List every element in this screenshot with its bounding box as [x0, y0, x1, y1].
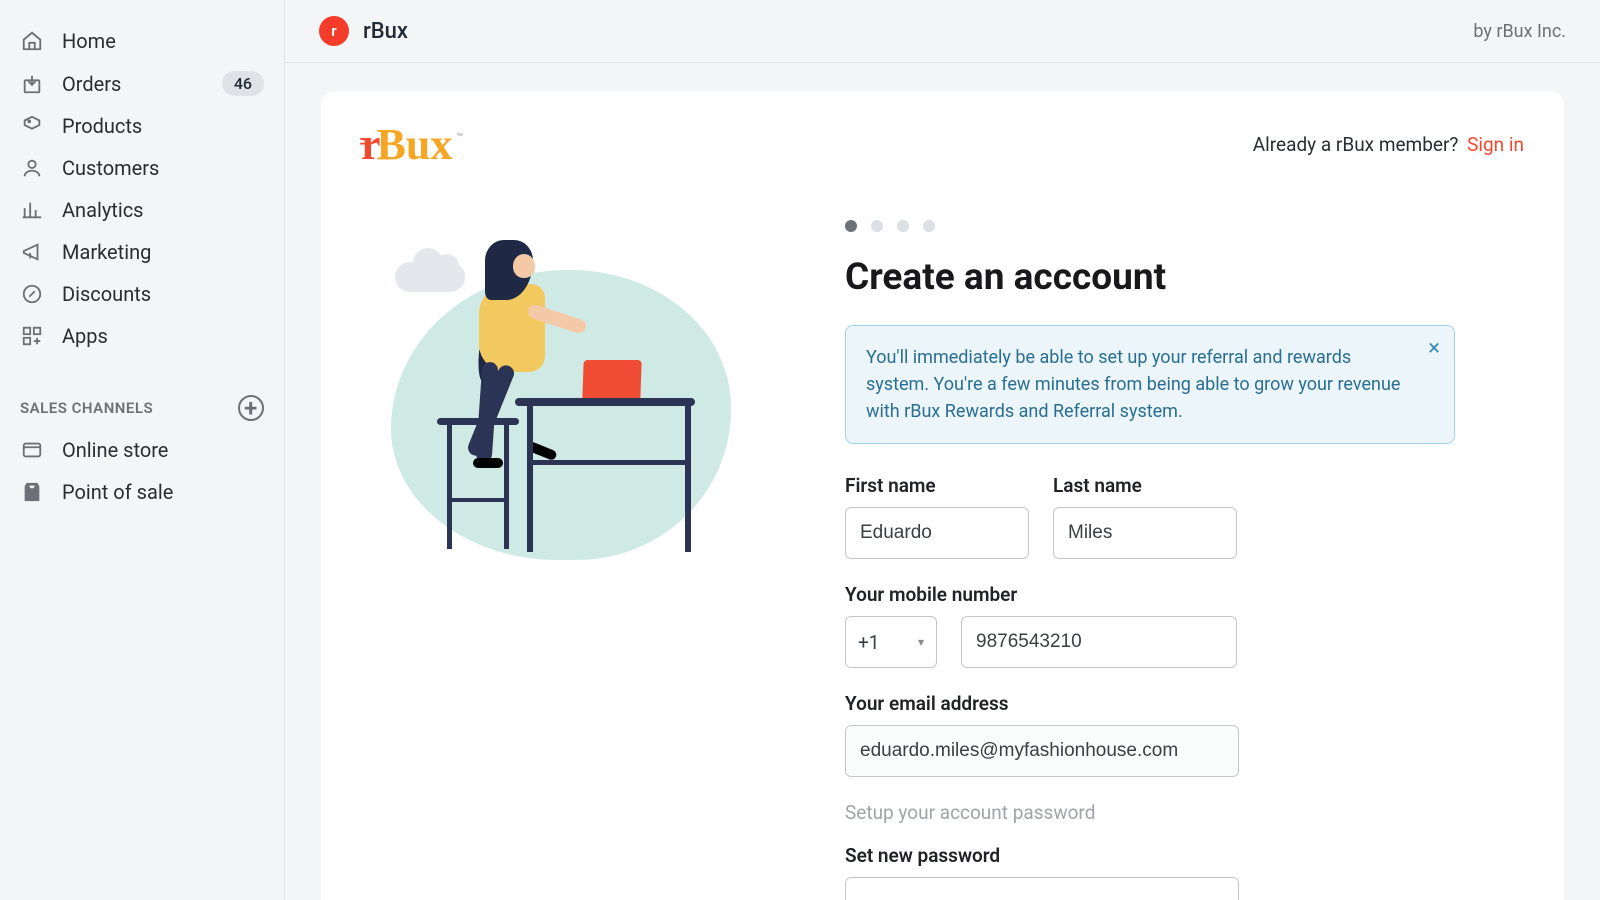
last-name-label: Last name [1053, 474, 1237, 497]
sidebar-item-label: Apps [62, 324, 264, 348]
sidebar-item-marketing[interactable]: Marketing [0, 231, 284, 273]
online-store-icon [20, 438, 44, 462]
mobile-input[interactable] [961, 616, 1237, 668]
sidebar-item-orders[interactable]: Orders 46 [0, 62, 284, 105]
first-name-label: First name [845, 474, 1029, 497]
info-banner: You'll immediately be able to set up you… [845, 325, 1455, 444]
products-icon [20, 114, 44, 138]
topbar: r rBux by rBux Inc. [285, 0, 1600, 63]
new-password-label: Set new password [845, 844, 1465, 867]
home-icon [20, 29, 44, 53]
sidebar-item-online-store[interactable]: Online store [0, 429, 284, 471]
form-column: Create an acccount You'll immediately be… [845, 220, 1465, 900]
sidebar-item-label: Point of sale [62, 480, 264, 504]
sidebar-item-apps[interactable]: Apps [0, 315, 284, 357]
logo-tm: ™ [456, 131, 463, 144]
close-icon[interactable]: × [1428, 338, 1440, 360]
brand-badge: r [319, 16, 349, 46]
sidebar-item-label: Marketing [62, 240, 264, 264]
sidebar-item-label: Orders [62, 72, 222, 96]
topbar-left: r rBux [319, 16, 408, 46]
illustration [381, 230, 741, 590]
logo-bux: Bux [377, 119, 453, 170]
sidebar-item-home[interactable]: Home [0, 20, 284, 62]
email-input[interactable] [845, 725, 1239, 777]
email-label: Your email address [845, 692, 1465, 715]
brand-name: rBux [363, 19, 408, 44]
sidebar-item-label: Customers [62, 156, 264, 180]
pos-icon [20, 480, 44, 504]
sidebar-item-label: Products [62, 114, 264, 138]
sidebar-item-discounts[interactable]: Discounts [0, 273, 284, 315]
card: r Bux ™ Already a rBux member? Sign in [321, 91, 1564, 900]
main: r rBux by rBux Inc. r Bux ™ Already a rB… [285, 0, 1600, 900]
password-section-label: Setup your account password [845, 801, 1465, 824]
sidebar: Home Orders 46 Products Customers Analyt… [0, 0, 285, 900]
card-top: r Bux ™ Already a rBux member? Sign in [361, 119, 1524, 170]
illustration-column [361, 220, 773, 900]
sidebar-item-label: Discounts [62, 282, 264, 306]
logo-r: r [361, 119, 381, 170]
customers-icon [20, 156, 44, 180]
content: r Bux ™ Already a rBux member? Sign in [285, 63, 1600, 900]
discounts-icon [20, 282, 44, 306]
sidebar-item-analytics[interactable]: Analytics [0, 189, 284, 231]
step-dot-4[interactable] [923, 220, 935, 232]
info-banner-text: You'll immediately be able to set up you… [866, 347, 1400, 422]
sidebar-item-customers[interactable]: Customers [0, 147, 284, 189]
marketing-icon [20, 240, 44, 264]
first-name-input[interactable] [845, 507, 1029, 559]
sidebar-item-label: Home [62, 29, 264, 53]
step-dot-2[interactable] [871, 220, 883, 232]
sidebar-item-label: Online store [62, 438, 264, 462]
step-dot-3[interactable] [897, 220, 909, 232]
dial-code-select[interactable]: +1 ▾ [845, 616, 937, 668]
signin-link[interactable]: Sign in [1467, 133, 1524, 156]
new-password-input[interactable] [845, 877, 1239, 900]
sidebar-item-pos[interactable]: Point of sale [0, 471, 284, 513]
stepper [845, 220, 1465, 232]
chevron-down-icon: ▾ [918, 635, 924, 649]
orders-badge: 46 [222, 71, 264, 96]
orders-icon [20, 72, 44, 96]
sidebar-section-label: SALES CHANNELS [20, 399, 153, 417]
sidebar-section-sales-channels: SALES CHANNELS + [0, 385, 284, 429]
form-title: Create an acccount [845, 256, 1465, 299]
step-dot-1[interactable] [845, 220, 857, 232]
apps-icon [20, 324, 44, 348]
member-prompt: Already a rBux member? [1253, 133, 1459, 156]
sidebar-item-products[interactable]: Products [0, 105, 284, 147]
add-channel-button[interactable]: + [238, 395, 264, 421]
dial-code-value: +1 [858, 631, 879, 654]
rbux-logo: r Bux ™ [361, 119, 463, 170]
by-text: by rBux Inc. [1473, 21, 1566, 42]
sidebar-item-label: Analytics [62, 198, 264, 222]
last-name-input[interactable] [1053, 507, 1237, 559]
card-body: Create an acccount You'll immediately be… [361, 220, 1524, 900]
member-line: Already a rBux member? Sign in [1253, 133, 1524, 156]
analytics-icon [20, 198, 44, 222]
mobile-label: Your mobile number [845, 583, 1465, 606]
